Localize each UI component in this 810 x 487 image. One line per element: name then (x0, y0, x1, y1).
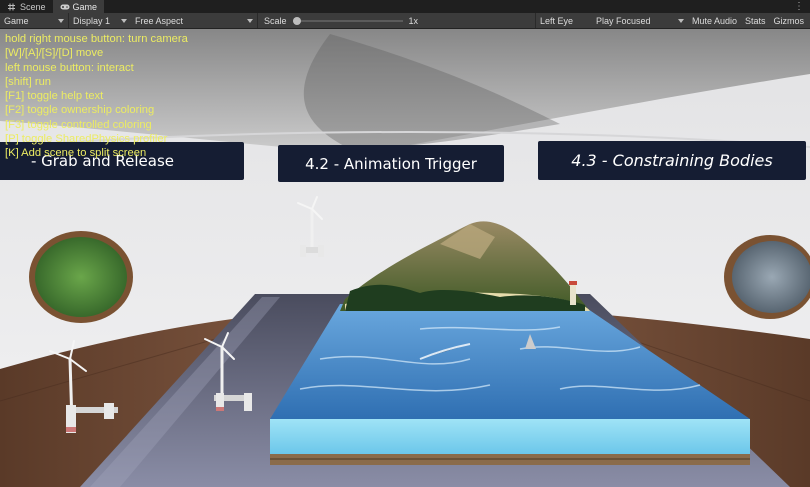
tab-game-label: Game (72, 1, 98, 12)
aspect-label: Free Aspect (135, 15, 184, 26)
game-view-toolbar: Game Display 1 Free Aspect Scale 1x Left… (0, 13, 810, 29)
help-line: [K] Add scene to split screen (5, 147, 147, 160)
help-line: [W]/[A]/[S]/[D] move (5, 47, 104, 60)
tab-scene-label: Scene (20, 1, 46, 12)
help-line: [F1] toggle help text (5, 90, 104, 103)
play-mode-dropdown[interactable]: Play Focused (592, 13, 688, 28)
gizmos-dropdown[interactable]: Gizmos (769, 13, 810, 28)
chevron-down-icon (247, 18, 253, 23)
scale-value: 1x (408, 15, 419, 26)
help-line: [F3] toggle controlled coloring (5, 118, 152, 131)
scale-control: Scale 1x (258, 13, 422, 28)
chevron-down-icon (677, 18, 684, 23)
scale-slider[interactable] (292, 16, 403, 25)
mute-audio-label: Mute Audio (691, 15, 737, 26)
help-line: [shift] run (5, 75, 52, 88)
help-line: left mouse button: interact (5, 61, 134, 74)
gizmos-label: Gizmos (773, 15, 804, 26)
editor-tab-bar: Scene Game ⋮ (0, 0, 810, 13)
mute-audio-toggle[interactable]: Mute Audio (688, 13, 741, 28)
game-viewport[interactable]: - Grab and Release 4.2 - Animation Trigg… (0, 29, 810, 487)
display-dropdown[interactable]: Display 1 (69, 13, 131, 28)
tab-game[interactable]: Game (52, 0, 105, 13)
eye-dropdown[interactable]: Left Eye (536, 13, 592, 28)
display-mode-dropdown[interactable]: Game (0, 13, 68, 28)
scene-hash-icon (7, 3, 16, 11)
help-line: hold right mouse button: turn camera (5, 33, 188, 45)
scale-slider-handle[interactable] (292, 16, 301, 25)
sign-constraining-bodies: 4.3 - Constraining Bodies (538, 141, 806, 180)
display-mode-label: Game (4, 15, 29, 26)
sign-animation-trigger: 4.2 - Animation Trigger (278, 145, 504, 182)
sign-constraining-bodies-label: 4.3 - Constraining Bodies (571, 151, 773, 170)
scale-label: Scale (264, 15, 287, 26)
sign-animation-trigger-label: 4.2 - Animation Trigger (305, 154, 477, 173)
help-line: [F2] toggle ownership coloring (5, 104, 155, 117)
aspect-dropdown[interactable]: Free Aspect (131, 13, 257, 28)
display-label: Display 1 (73, 15, 111, 26)
game-controller-icon (60, 3, 70, 11)
stats-toggle[interactable]: Stats (741, 13, 770, 28)
tab-scene[interactable]: Scene (0, 0, 53, 13)
play-mode-label: Play Focused (595, 15, 651, 26)
help-line: [P] toggle SharedPhysics profiler (5, 133, 168, 146)
more-options-icon[interactable]: ⋮ (788, 0, 810, 13)
chevron-down-icon (121, 18, 127, 23)
eye-label: Left Eye (539, 15, 573, 26)
help-text-overlay: hold right mouse button: turn camera [W]… (5, 32, 188, 161)
stats-label: Stats (744, 15, 766, 26)
chevron-down-icon (58, 18, 64, 23)
